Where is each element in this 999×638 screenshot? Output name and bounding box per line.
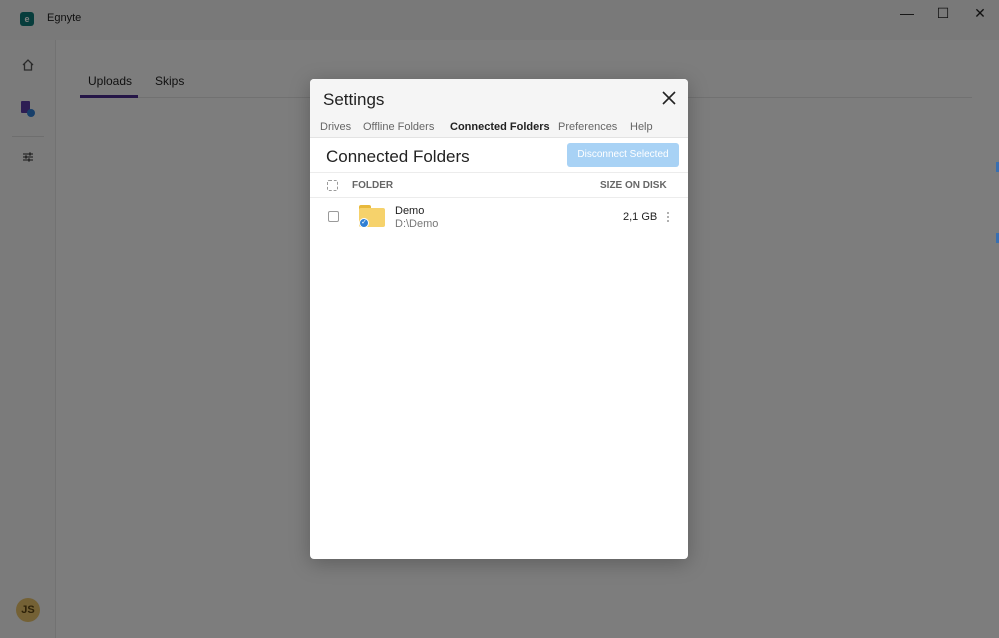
tab-connected-folders[interactable]: Connected Folders: [450, 121, 550, 133]
section-title: Connected Folders: [326, 147, 470, 166]
select-all-checkbox[interactable]: [327, 180, 338, 191]
disconnect-selected-button[interactable]: Disconnect Selected: [567, 143, 679, 167]
column-folder[interactable]: FOLDER: [352, 180, 393, 191]
table-row[interactable]: ✓ Demo D:\Demo 2,1 GB: [310, 199, 688, 237]
row-checkbox[interactable]: [328, 211, 339, 222]
folder-name: Demo: [395, 205, 425, 217]
settings-title: Settings: [323, 90, 385, 109]
tab-drives[interactable]: Drives: [320, 121, 351, 133]
settings-header: Settings Drives Offline Folders Connecte…: [310, 79, 688, 138]
list-header: FOLDER SIZE ON DISK: [310, 172, 688, 198]
tab-help[interactable]: Help: [630, 121, 653, 133]
tab-preferences[interactable]: Preferences: [558, 121, 617, 133]
more-options-icon[interactable]: [664, 211, 672, 225]
folder-size: 2,1 GB: [623, 211, 658, 223]
sync-badge-icon: ✓: [359, 218, 369, 228]
tab-offline-folders[interactable]: Offline Folders: [363, 121, 434, 133]
folder-icon: ✓: [359, 205, 385, 228]
column-size-on-disk[interactable]: SIZE ON DISK: [600, 180, 667, 191]
close-button[interactable]: [658, 89, 680, 111]
close-icon: [662, 91, 676, 105]
folder-path: D:\Demo: [395, 218, 439, 230]
settings-dialog: Settings Drives Offline Folders Connecte…: [310, 79, 688, 559]
